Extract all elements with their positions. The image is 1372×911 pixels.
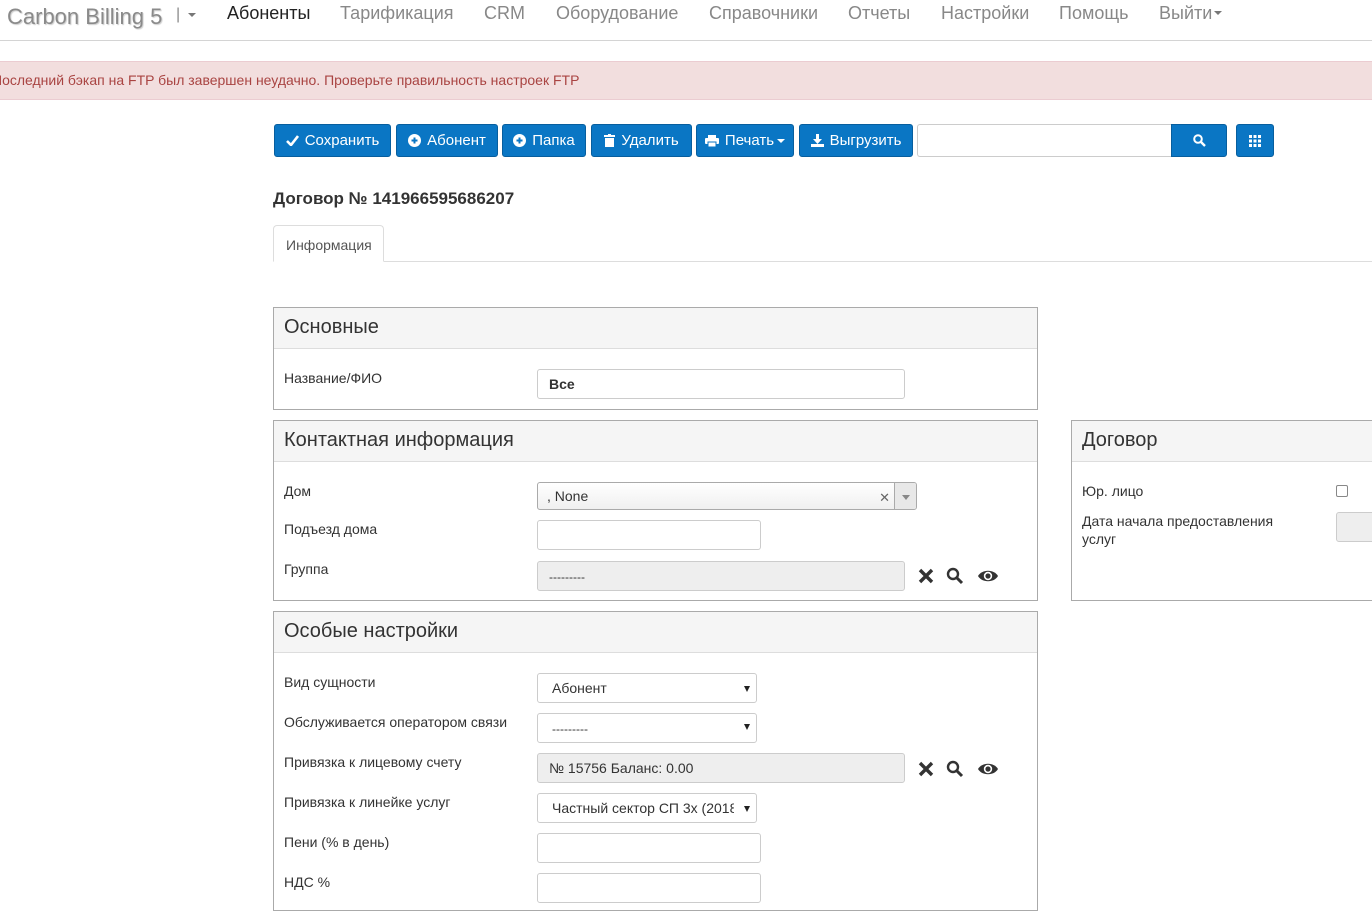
- vat-label: НДС %: [284, 874, 331, 890]
- export-button-label: Выгрузить: [829, 132, 902, 149]
- vat-field[interactable]: [537, 873, 761, 903]
- add-subscriber-button[interactable]: Абонент: [396, 124, 498, 157]
- find-group-icon[interactable]: [946, 567, 964, 585]
- contract-panel-title: Договор: [1072, 421, 1372, 462]
- name-field[interactable]: Все: [537, 369, 905, 399]
- entity-type-label: Вид сущности: [284, 674, 376, 690]
- trash-icon: [604, 134, 616, 147]
- nav-item-logout[interactable]: Выйти: [1159, 3, 1223, 24]
- nav-item-equipment[interactable]: Оборудование: [556, 3, 678, 24]
- name-label: Название/ФИО: [284, 370, 383, 386]
- services-label: Привязка к линейке услуг: [284, 794, 451, 810]
- clear-house-icon[interactable]: ✕: [879, 490, 890, 506]
- add-folder-button[interactable]: Папка: [502, 124, 586, 157]
- add-subscriber-label: Абонент: [427, 132, 486, 149]
- top-navbar: Carbon Billing 5 | Абоненты Тарификация …: [0, 0, 1372, 41]
- plus-circle-icon: [513, 134, 527, 147]
- service-start-label-2: услуг: [1082, 531, 1117, 547]
- house-select[interactable]: , None ✕: [537, 482, 917, 510]
- nav-item-subscribers[interactable]: Абоненты: [227, 3, 310, 24]
- penalty-field[interactable]: [537, 833, 761, 863]
- contract-panel: Договор: [1071, 420, 1372, 601]
- clear-account-icon[interactable]: [918, 761, 934, 777]
- add-folder-label: Папка: [532, 132, 575, 149]
- check-icon: [285, 135, 299, 146]
- search-icon: [1192, 134, 1206, 147]
- nav-item-logout-label: Выйти: [1159, 3, 1213, 23]
- account-label: Привязка к лицевому счету: [284, 754, 462, 770]
- delete-button-label: Удалить: [621, 132, 679, 149]
- services-value: Частный сектор СП 3х (2018): [552, 800, 734, 816]
- find-account-icon[interactable]: [946, 760, 964, 778]
- entrance-field[interactable]: [537, 520, 761, 550]
- search-button[interactable]: [1171, 124, 1227, 157]
- penalty-label: Пени (% в день): [284, 834, 390, 850]
- tabs-divider: [273, 261, 1372, 262]
- chevron-down-icon: [902, 495, 910, 500]
- nav-item-crm[interactable]: CRM: [484, 3, 525, 24]
- operator-select[interactable]: ---------: [537, 713, 757, 743]
- download-icon: [810, 134, 824, 147]
- chevron-down-icon: [744, 724, 750, 730]
- contact-panel-title: Контактная информация: [274, 421, 1037, 462]
- house-select-value: , None: [547, 488, 589, 504]
- print-button-label: Печать: [724, 132, 775, 149]
- legal-entity-checkbox[interactable]: [1336, 485, 1348, 497]
- view-group-icon[interactable]: [977, 568, 999, 584]
- nav-item-reports[interactable]: Отчеты: [848, 3, 910, 24]
- grid-icon: [1249, 134, 1261, 147]
- operator-label: Обслуживается оператором связи: [284, 714, 508, 730]
- chevron-down-icon: [744, 686, 750, 692]
- brand-caret-icon[interactable]: [188, 13, 196, 17]
- entity-type-select[interactable]: Абонент: [537, 673, 757, 703]
- account-field[interactable]: № 15756 Баланс: 0.00: [537, 753, 905, 783]
- clear-group-icon[interactable]: [918, 568, 934, 584]
- house-label: Дом: [284, 483, 312, 499]
- ftp-backup-alert: Последний бэкап на FTP был завершен неуд…: [0, 61, 1372, 100]
- tab-information[interactable]: Информация: [273, 225, 384, 262]
- nav-item-settings[interactable]: Настройки: [941, 3, 1029, 24]
- basic-panel-title: Основные: [274, 308, 1037, 349]
- print-caret-icon: [777, 138, 786, 143]
- save-button-label: Сохранить: [304, 132, 380, 149]
- house-select-toggle[interactable]: [894, 483, 916, 509]
- save-button[interactable]: Сохранить: [274, 124, 391, 157]
- contract-title: Договор № 141966595686207: [273, 189, 515, 208]
- operator-value: ---------: [552, 722, 588, 736]
- print-icon: [704, 134, 719, 147]
- grid-view-button[interactable]: [1236, 124, 1274, 157]
- group-label: Группа: [284, 561, 329, 577]
- special-panel-title: Особые настройки: [274, 612, 1037, 653]
- logout-caret-icon: [1214, 10, 1223, 15]
- entity-type-value: Абонент: [552, 680, 607, 696]
- alert-text: Последний бэкап на FTP был завершен неуд…: [0, 72, 580, 88]
- print-dropdown-button[interactable]: Печать: [696, 124, 794, 157]
- app-brand[interactable]: Carbon Billing 5: [7, 4, 162, 30]
- brand-separator: |: [176, 6, 181, 23]
- nav-item-directories[interactable]: Справочники: [709, 3, 818, 24]
- nav-item-tariffing[interactable]: Тарификация: [340, 3, 454, 24]
- view-account-icon[interactable]: [977, 761, 999, 777]
- legal-entity-label: Юр. лицо: [1082, 483, 1144, 499]
- service-start-label-1: Дата начала предоставления: [1082, 513, 1274, 529]
- plus-circle-icon: [408, 134, 422, 147]
- search-input[interactable]: [917, 124, 1172, 157]
- delete-button[interactable]: Удалить: [591, 124, 692, 157]
- nav-item-help[interactable]: Помощь: [1059, 3, 1129, 24]
- services-select[interactable]: Частный сектор СП 3х (2018): [537, 793, 757, 823]
- export-button[interactable]: Выгрузить: [799, 124, 913, 157]
- service-start-date-field[interactable]: [1336, 512, 1372, 542]
- chevron-down-icon: [744, 806, 750, 812]
- group-field[interactable]: ---------: [537, 561, 905, 591]
- entrance-label: Подъезд дома: [284, 521, 378, 537]
